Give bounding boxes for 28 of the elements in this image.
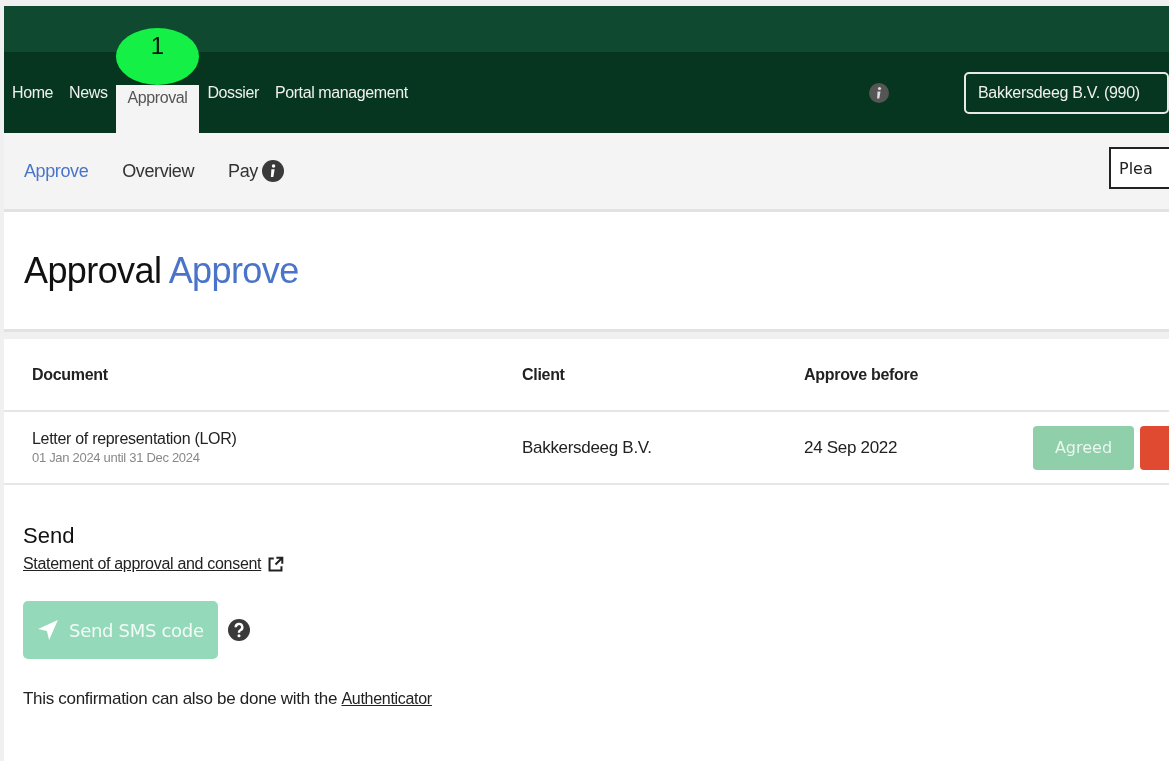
nav-tab[interactable]: News [61, 52, 116, 133]
subnav-tab[interactable]: Pay [228, 160, 284, 182]
external-link-icon [267, 555, 285, 573]
client-cell-text: Bakkersdeeg B.V. [521, 437, 653, 458]
nav-tab[interactable]: Home [4, 52, 62, 133]
nav-tab[interactable]: Portal management [266, 52, 416, 133]
column-header: Client [521, 365, 566, 384]
document-period: 01 Jan 2024 until 31 Dec 2024 [32, 450, 201, 465]
info-icon [869, 82, 889, 103]
paper-plane-icon [37, 619, 59, 641]
column-header: Document [31, 365, 109, 384]
date-cell-text: 24 Sep 2022 [803, 437, 899, 458]
reject-button[interactable] [1140, 425, 1169, 470]
page-title: Approval Approve [24, 249, 299, 292]
nav-tab[interactable]: Dossier [199, 52, 267, 133]
search-field[interactable]: Plea [1109, 147, 1169, 189]
statement-link[interactable]: Statement of approval and consent [23, 555, 262, 573]
subnav-tab[interactable]: Overview [122, 160, 195, 182]
column-header: Approve before [803, 365, 920, 384]
step-badge: 1 [115, 28, 200, 85]
nav-tab[interactable]: Approval [115, 85, 200, 133]
confirmation-note: This confirmation can also be done with the Authenticator [23, 689, 433, 709]
authenticator-link[interactable]: Authenticator [341, 690, 432, 707]
document-name: Letter of representation (LOR) [32, 430, 238, 448]
company-select[interactable]: Bakkersdeeg B.V. (990) [964, 71, 1169, 114]
section-heading: Send [23, 523, 76, 549]
subnav-tab[interactable]: Approve [24, 160, 89, 182]
help-icon [227, 619, 250, 641]
